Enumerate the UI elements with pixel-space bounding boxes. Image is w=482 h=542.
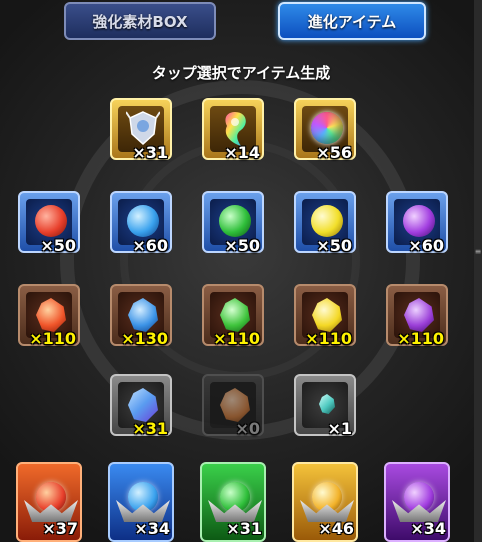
item-count: ×34 bbox=[410, 519, 446, 538]
tab-enhance-box[interactable]: 強化素材BOX bbox=[64, 2, 216, 40]
tab-evolution-items[interactable]: 進化アイテム bbox=[278, 2, 426, 40]
item-fire-medal[interactable]: ×37 bbox=[16, 462, 82, 542]
item-count: ×1 bbox=[327, 419, 352, 438]
item-amber-crystal[interactable]: ×0 bbox=[202, 374, 264, 438]
wood-orb-icon bbox=[219, 205, 251, 237]
dark-orb-icon bbox=[403, 205, 435, 237]
item-wood-orb[interactable]: ×50 bbox=[202, 191, 264, 255]
light-orb-icon bbox=[311, 205, 343, 237]
item-count: ×50 bbox=[316, 236, 352, 255]
item-count: ×130 bbox=[121, 329, 168, 348]
item-rainbow-tear[interactable]: ×14 bbox=[202, 98, 264, 162]
item-count: ×60 bbox=[408, 236, 444, 255]
item-light-medal[interactable]: ×46 bbox=[292, 462, 358, 542]
item-wood-medal[interactable]: ×31 bbox=[200, 462, 266, 542]
item-count: ×0 bbox=[235, 419, 260, 438]
item-count: ×46 bbox=[318, 519, 354, 538]
item-blue-crystal[interactable]: ×31 bbox=[110, 374, 172, 438]
item-water-medal[interactable]: ×34 bbox=[108, 462, 174, 542]
fire-orb-icon bbox=[35, 205, 67, 237]
water-orb-icon bbox=[127, 205, 159, 237]
item-teal-crystal[interactable]: ×1 bbox=[294, 374, 356, 438]
item-count: ×110 bbox=[29, 329, 76, 348]
rainbow-orb-icon bbox=[311, 112, 343, 144]
item-count: ×50 bbox=[40, 236, 76, 255]
item-dark-orb[interactable]: ×60 bbox=[386, 191, 448, 255]
item-count: ×31 bbox=[226, 519, 262, 538]
item-dark-stone[interactable]: ×110 bbox=[386, 284, 448, 348]
item-water-orb[interactable]: ×60 bbox=[110, 191, 172, 255]
item-dark-medal[interactable]: ×34 bbox=[384, 462, 450, 542]
item-wood-stone[interactable]: ×110 bbox=[202, 284, 264, 348]
item-count: ×34 bbox=[134, 519, 170, 538]
item-light-orb[interactable]: ×50 bbox=[294, 191, 356, 255]
item-count: ×31 bbox=[132, 143, 168, 162]
item-fire-orb[interactable]: ×50 bbox=[18, 191, 80, 255]
item-count: ×37 bbox=[42, 519, 78, 538]
scroll-grip-icon[interactable]: ≡ bbox=[474, 248, 482, 264]
item-count: ×50 bbox=[224, 236, 260, 255]
instruction-header: タップ選択でアイテム生成 bbox=[151, 64, 331, 82]
item-count: ×56 bbox=[316, 143, 352, 162]
item-count: ×110 bbox=[305, 329, 352, 348]
item-count: ×110 bbox=[397, 329, 444, 348]
scrollbar[interactable] bbox=[474, 0, 482, 542]
crest-icon bbox=[126, 111, 160, 146]
item-count: ×14 bbox=[224, 143, 260, 162]
item-light-stone[interactable]: ×110 bbox=[294, 284, 356, 348]
item-rainbow-orb[interactable]: ×56 bbox=[294, 98, 356, 162]
item-count: ×110 bbox=[213, 329, 260, 348]
item-count: ×60 bbox=[132, 236, 168, 255]
item-water-stone[interactable]: ×130 bbox=[110, 284, 172, 348]
item-count: ×31 bbox=[132, 419, 168, 438]
item-crest[interactable]: ×31 bbox=[110, 98, 172, 162]
item-fire-stone[interactable]: ×110 bbox=[18, 284, 80, 348]
